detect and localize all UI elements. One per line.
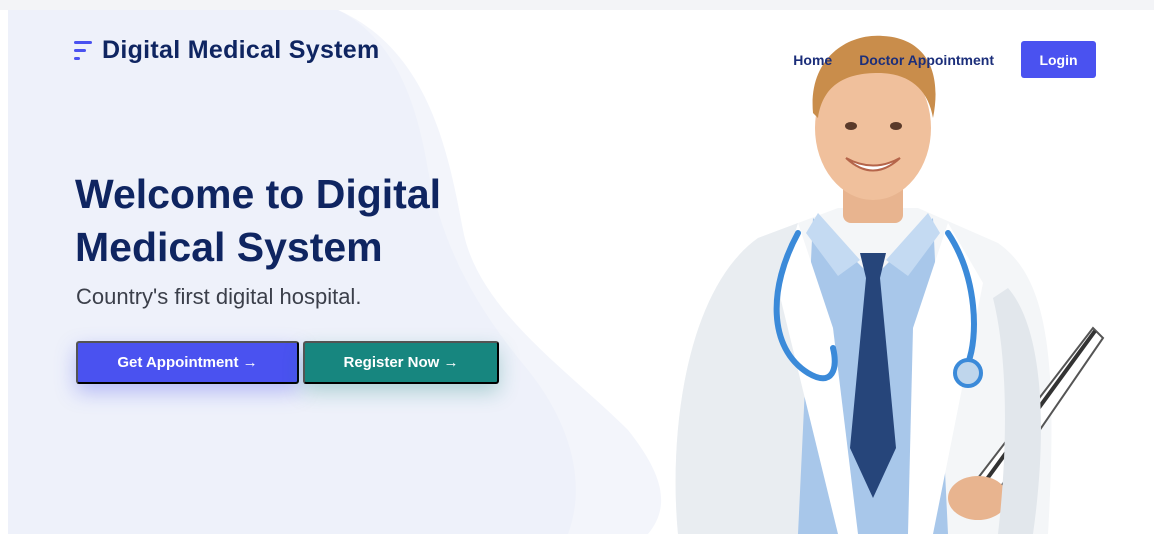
top-nav: Home Doctor Appointment Login [793,41,1096,78]
hero-title: Welcome to Digital Medical System [75,171,442,270]
hero-subtitle: Country's first digital hospital. [76,284,362,309]
menu-lines-icon [74,39,94,63]
login-button[interactable]: Login [1021,41,1096,78]
top-border [0,0,1154,10]
register-now-button[interactable]: Register Now → [303,341,499,384]
hero-section: Digital Medical System Home Doctor Appoi… [8,10,1146,534]
nav-doctor-appointment-link[interactable]: Doctor Appointment [859,52,994,68]
brand-name: Digital Medical System [102,36,380,64]
brand-logo[interactable]: Digital Medical System [74,36,380,65]
doctor-photo [675,35,1105,534]
get-appointment-button[interactable]: Get Appointment → [76,341,299,384]
nav-home-link[interactable]: Home [793,52,832,68]
